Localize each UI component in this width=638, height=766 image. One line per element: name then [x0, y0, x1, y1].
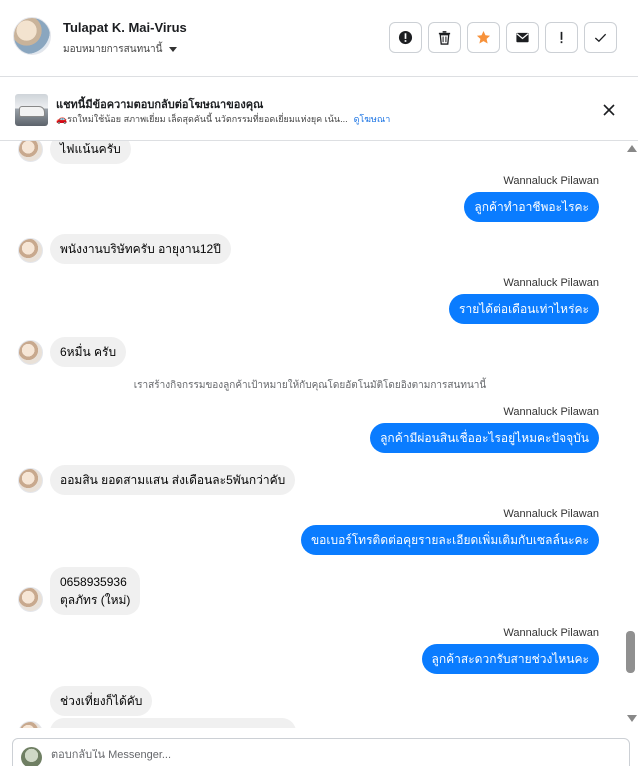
message-thread: ไฟแน้นครับ Wannaluck Pilawan ลูกค้าทำอาช…: [0, 141, 638, 728]
close-banner-button[interactable]: [600, 101, 618, 119]
incoming-bubble-partial[interactable]: [50, 718, 296, 728]
sender-name: Wannaluck Pilawan: [503, 277, 599, 289]
header-actions: [389, 22, 617, 53]
caret-down-icon: [169, 47, 178, 52]
sender-name: Wannaluck Pilawan: [503, 508, 599, 520]
outgoing-bubble[interactable]: รายได้ต่อเดือนเท่าไหร่คะ: [449, 294, 599, 324]
sender-name: Wannaluck Pilawan: [503, 406, 599, 418]
assign-label: มอบหมายการสนทนานี้: [63, 44, 163, 55]
star-button[interactable]: [467, 22, 500, 53]
delete-button[interactable]: [428, 22, 461, 53]
incoming-bubble[interactable]: พนังงานบริษัทครับ อายุงาน12ปี: [50, 234, 231, 264]
customer-name-text: ตุลภัทร (ใหม่): [60, 593, 131, 607]
sender-name: Wannaluck Pilawan: [503, 627, 599, 639]
assign-conversation-dropdown[interactable]: มอบหมายการสนทนานี้: [63, 42, 178, 57]
reply-input[interactable]: [51, 749, 611, 761]
ad-description: 🚗รถใหม่ใช้น้อย สภาพเยี่ยม เล็ดสุดคันนี้ …: [56, 114, 348, 124]
alert-circle-icon: [398, 30, 413, 45]
incoming-bubble[interactable]: ออมสิน ยอดสามแสน ส่งเดือนละ5พันกว่าคับ: [50, 465, 296, 495]
incoming-bubble[interactable]: ไฟแน้นครับ: [50, 141, 131, 164]
customer-avatar: [18, 340, 43, 365]
mark-unread-button[interactable]: [506, 22, 539, 53]
reply-composer: [12, 738, 630, 766]
sender-name: Wannaluck Pilawan: [503, 175, 599, 187]
envelope-icon: [516, 32, 529, 43]
customer-avatar: [18, 721, 43, 728]
view-ad-link[interactable]: ดูโฆษณา: [354, 112, 391, 126]
ad-banner-title: แชทนี้มีข้อความตอบกลับต่อโฆษณาของคุณ: [56, 99, 264, 111]
checkmark-icon: [594, 33, 607, 43]
customer-avatar: [18, 141, 43, 162]
incoming-bubble[interactable]: 0658935936 ตุลภัทร (ใหม่): [50, 567, 141, 615]
incoming-bubble[interactable]: 6หมื่น ครับ: [50, 337, 127, 367]
thread-scrollbar[interactable]: [626, 141, 637, 728]
phone-number-text: 0658935936: [60, 575, 127, 589]
contact-avatar[interactable]: [13, 17, 51, 55]
trash-icon: [438, 31, 451, 45]
system-notice: เราสร้างกิจกรรมของลูกค้าเป้าหมายให้กับคุ…: [133, 380, 487, 391]
customer-avatar: [18, 468, 43, 493]
outgoing-bubble[interactable]: ขอเบอร์โทรติดต่อคุยรายละเอียดเพิ่มเติมกั…: [300, 525, 599, 555]
follow-up-button[interactable]: [545, 22, 578, 53]
ad-banner-subtitle: 🚗รถใหม่ใช้น้อย สภาพเยี่ยม เล็ดสุดคันนี้ …: [56, 112, 390, 126]
ad-reply-banner: แชทนี้มีข้อความตอบกลับต่อโฆษณาของคุณ 🚗รถ…: [0, 77, 638, 141]
scrollbar-thumb[interactable]: [626, 631, 635, 673]
contact-name[interactable]: Tulapat K. Mai-Virus: [63, 20, 187, 35]
customer-avatar: [18, 238, 43, 263]
scroll-down-arrow-icon[interactable]: [627, 715, 637, 722]
scroll-up-arrow-icon[interactable]: [627, 145, 637, 152]
customer-avatar: [18, 587, 43, 612]
outgoing-bubble[interactable]: ลูกค้าสะดวกรับสายช่วงไหนคะ: [421, 644, 599, 674]
mark-done-button[interactable]: [584, 22, 617, 53]
page-avatar: [21, 747, 42, 766]
close-icon: [603, 104, 615, 116]
exclamation-icon: [560, 31, 563, 44]
outgoing-bubble[interactable]: ลูกค้าทำอาชีพอะไรคะ: [464, 192, 599, 222]
ad-car-thumbnail[interactable]: [15, 94, 48, 126]
star-icon: [476, 30, 491, 44]
spam-report-button[interactable]: [389, 22, 422, 53]
conversation-header: Tulapat K. Mai-Virus มอบหมายการสนทนานี้: [0, 0, 638, 77]
outgoing-bubble[interactable]: ลูกค้ามีผ่อนสินเชื่ออะไรอยู่ไหมคะปัจจุบั…: [370, 423, 599, 453]
incoming-bubble[interactable]: ช่วงเที่ยงก็ได้คับ: [50, 686, 153, 716]
